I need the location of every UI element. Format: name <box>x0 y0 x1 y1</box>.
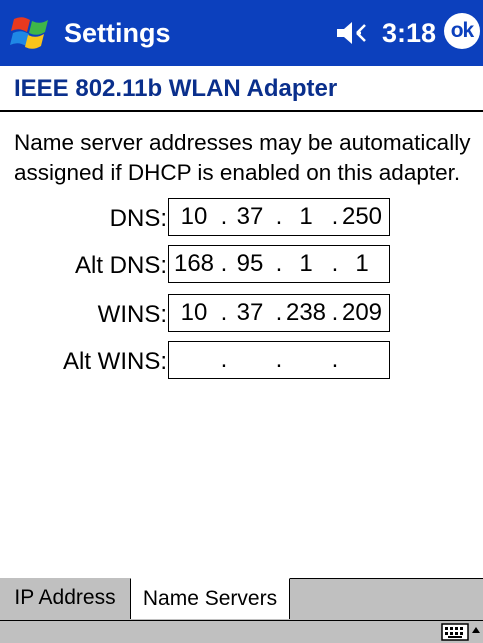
wins-octet-4[interactable]: 209 <box>341 295 383 331</box>
octet-separator: . <box>331 250 339 277</box>
dns-octet-1[interactable]: 10 <box>173 199 215 235</box>
dns-octet-3[interactable]: 1 <box>285 199 327 235</box>
adapter-title: IEEE 802.11b WLAN Adapter <box>14 75 338 102</box>
alt-dns-label: Alt DNS: <box>74 252 167 279</box>
alt-dns-octet-1[interactable]: 168 <box>173 246 215 282</box>
wins-octet-1[interactable]: 10 <box>173 295 215 331</box>
alt-wins-row: Alt WINS: . . . <box>0 341 483 383</box>
octet-separator: . <box>331 299 339 326</box>
dns-octet-2[interactable]: 37 <box>229 199 271 235</box>
wins-octet-3[interactable]: 238 <box>285 295 327 331</box>
header-divider <box>0 110 483 112</box>
tab-name-servers[interactable]: Name Servers <box>130 578 290 619</box>
wins-octet-2[interactable]: 37 <box>229 295 271 331</box>
octet-separator: . <box>220 346 228 373</box>
speaker-icon[interactable] <box>335 18 375 48</box>
wins-label: WINS: <box>97 301 167 328</box>
dns-label: DNS: <box>109 205 167 232</box>
wins-row: WINS: 10 . 37 . 238 . 209 <box>0 294 483 336</box>
alt-dns-octet-4[interactable]: 1 <box>341 246 383 282</box>
dns-field[interactable]: 10 . 37 . 1 . 250 <box>168 198 390 236</box>
alt-wins-label: Alt WINS: <box>62 348 167 375</box>
sip-up-arrow-icon[interactable] <box>471 625 481 637</box>
app-title: Settings <box>64 18 171 48</box>
octet-separator: . <box>331 203 339 230</box>
dns-row: DNS: 10 . 37 . 1 . 250 <box>0 198 483 240</box>
octet-separator: . <box>275 346 283 373</box>
alt-dns-octet-2[interactable]: 95 <box>229 246 271 282</box>
dns-octet-4[interactable]: 250 <box>341 199 383 235</box>
wins-field[interactable]: 10 . 37 . 238 . 209 <box>168 294 390 332</box>
octet-separator: . <box>275 299 283 326</box>
windows-flag-icon[interactable] <box>10 11 54 55</box>
description-text: Name server addresses may be automatical… <box>14 130 471 185</box>
clock[interactable]: 3:18 <box>382 16 436 50</box>
keyboard-icon[interactable] <box>441 623 469 641</box>
octet-separator: . <box>275 250 283 277</box>
alt-dns-octet-3[interactable]: 1 <box>285 246 327 282</box>
alt-dns-field[interactable]: 168 . 95 . 1 . 1 <box>168 245 390 283</box>
tab-strip: IP Address Name Servers <box>0 578 483 621</box>
alt-dns-row: Alt DNS: 168 . 95 . 1 . 1 <box>0 245 483 287</box>
octet-separator: . <box>331 346 339 373</box>
title-bar: Settings 3:18 ok <box>0 0 483 66</box>
alt-wins-field[interactable]: . . . <box>168 341 390 379</box>
tab-ip-address[interactable]: IP Address <box>0 578 131 618</box>
ok-button[interactable]: ok <box>444 13 480 49</box>
octet-separator: . <box>275 203 283 230</box>
command-bar <box>0 620 483 643</box>
